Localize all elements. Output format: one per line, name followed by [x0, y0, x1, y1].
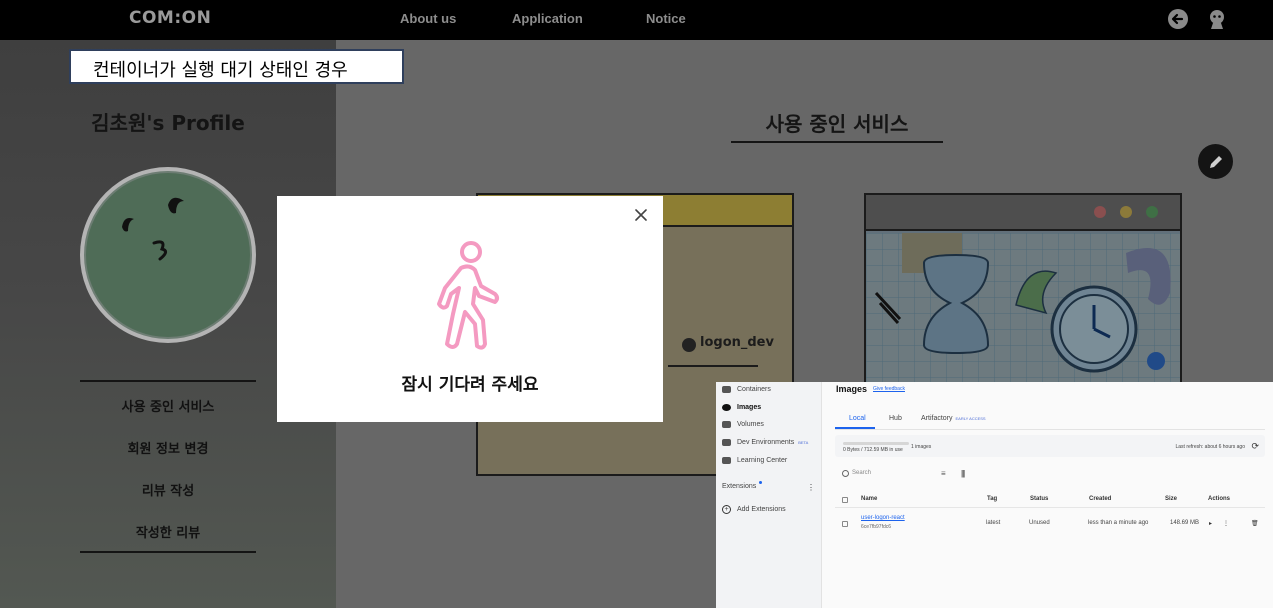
- images-icon: [722, 404, 731, 411]
- usage-progress: [843, 442, 909, 445]
- volumes-icon: [722, 421, 731, 428]
- service-card-1-divider: [668, 365, 758, 367]
- beta-badge: BETA: [798, 440, 809, 445]
- dev-environments-icon: [722, 439, 731, 446]
- service-card-2-header: [866, 195, 1180, 231]
- sidebar-item-label: Containers: [737, 386, 771, 393]
- window-dot-green-icon: [1146, 206, 1158, 218]
- column-header-created[interactable]: Created: [1089, 496, 1111, 502]
- profile-title: 김초원's Profile: [91, 111, 245, 135]
- sidebar-item-volumes[interactable]: Volumes: [722, 421, 764, 428]
- image-created: less than a minute ago: [1088, 520, 1149, 526]
- hourglass-clock-illustration: [866, 233, 1180, 391]
- sidebar-item-add-extensions[interactable]: + Add Extensions: [722, 505, 786, 514]
- waiting-modal: 잠시 기다려 주세요: [277, 196, 663, 422]
- pencil-icon: [1209, 155, 1222, 168]
- extensions-label: Extensions: [722, 483, 757, 490]
- walking-person-icon: [437, 241, 499, 350]
- services-title-underline: [731, 141, 943, 143]
- column-header-status[interactable]: Status: [1030, 496, 1048, 502]
- top-navigation-bar: COM:ON About us Application Notice: [0, 0, 1273, 40]
- image-status: Unused: [1029, 520, 1050, 526]
- early-access-badge: EARLY ACCESS: [955, 416, 986, 421]
- avatar-icon: [682, 338, 696, 352]
- select-all-checkbox[interactable]: [842, 497, 848, 503]
- column-header-name[interactable]: Name: [861, 496, 877, 502]
- sidebar-item-label: Dev Environments: [737, 439, 795, 446]
- docker-page-title: Images: [836, 384, 868, 394]
- tab-artifactory[interactable]: Artifactory EARLY ACCESS: [921, 415, 986, 422]
- close-icon[interactable]: [633, 207, 649, 223]
- window-dot-red-icon: [1094, 206, 1106, 218]
- image-size: 148.69 MB: [1170, 520, 1200, 526]
- sidebar-item-label: Images: [737, 404, 762, 411]
- containers-icon: [722, 386, 731, 393]
- edit-button[interactable]: [1198, 144, 1233, 179]
- column-header-actions: Actions: [1208, 496, 1231, 502]
- menu-item-my-reviews[interactable]: 작성한 리뷰: [80, 522, 256, 541]
- sidebar-item-learning-center[interactable]: Learning Center: [722, 457, 787, 464]
- sidebar-item-containers[interactable]: Containers: [722, 386, 771, 393]
- usage-text: 0 Bytes / 712.59 MB in use: [843, 447, 903, 453]
- service-card-1-user: logon_dev: [700, 335, 774, 350]
- waiting-message: 잠시 기다려 주세요: [401, 375, 539, 395]
- logout-icon[interactable]: [1167, 8, 1189, 30]
- sidebar-extensions-header: Extensions: [722, 481, 763, 490]
- more-options-icon[interactable]: ⋮: [1223, 520, 1229, 527]
- menu-divider-top: [80, 380, 256, 382]
- sidebar-item-label: Learning Center: [737, 457, 788, 464]
- search-input[interactable]: Search: [852, 470, 871, 476]
- notification-dot-icon: [759, 481, 763, 484]
- image-id: 6ce7fb97fdc6: [861, 524, 892, 530]
- services-title: 사용 중인 서비스: [765, 112, 909, 136]
- nav-about-us[interactable]: About us: [400, 11, 456, 26]
- add-icon: +: [722, 505, 731, 514]
- give-feedback-link[interactable]: Give feedback: [873, 386, 905, 392]
- nav-application[interactable]: Application: [512, 11, 583, 26]
- menu-item-edit-info[interactable]: 회원 정보 변경: [80, 438, 256, 457]
- tab-local[interactable]: Local: [849, 415, 866, 422]
- column-header-size[interactable]: Size: [1165, 496, 1177, 502]
- header-divider: [835, 507, 1265, 508]
- tabs-divider: [835, 429, 1265, 430]
- image-count: 1 images: [911, 444, 932, 450]
- search-icon: [842, 470, 849, 477]
- image-name-link[interactable]: user-logon-react: [861, 515, 905, 521]
- menu-divider-bottom: [80, 551, 256, 553]
- sidebar-item-images[interactable]: Images: [722, 404, 761, 411]
- docker-sidebar: Containers Images Volumes Dev Environmen…: [716, 382, 822, 608]
- tab-artifactory-label: Artifactory: [921, 415, 953, 422]
- disk-usage-bar: 0 Bytes / 712.59 MB in use 1 images Last…: [835, 435, 1265, 457]
- delete-icon[interactable]: 🗑: [1251, 520, 1259, 527]
- sidebar-item-dev-environments[interactable]: Dev Environments BETA: [722, 439, 808, 446]
- nav-notice[interactable]: Notice: [646, 11, 686, 26]
- window-dot-yellow-icon: [1120, 206, 1132, 218]
- last-refresh: Last refresh: about 6 hours ago: [1175, 444, 1246, 450]
- column-header-tag[interactable]: Tag: [987, 496, 997, 502]
- site-logo[interactable]: COM:ON: [129, 8, 211, 28]
- kebab-menu-icon[interactable]: ⋮: [807, 483, 815, 492]
- sidebar-item-label: Add Extensions: [737, 506, 786, 513]
- docker-desktop-panel: Containers Images Volumes Dev Environmen…: [716, 382, 1273, 608]
- filter-icon[interactable]: ≡: [941, 469, 946, 478]
- row-checkbox[interactable]: [842, 521, 848, 527]
- columns-icon[interactable]: |||: [961, 469, 965, 478]
- sidebar-item-label: Volumes: [737, 421, 764, 428]
- menu-item-services[interactable]: 사용 중인 서비스: [80, 396, 256, 415]
- avatar-face-drawing: [122, 197, 184, 261]
- refresh-icon[interactable]: ⟳: [1251, 441, 1259, 452]
- learning-center-icon: [722, 457, 731, 464]
- user-icon[interactable]: [1206, 8, 1228, 30]
- service-card-2[interactable]: [864, 193, 1182, 393]
- image-tag: latest: [986, 520, 1001, 526]
- caption-label: 컨테이너가 실행 대기 상태인 경우: [69, 49, 404, 84]
- tab-hub[interactable]: Hub: [889, 415, 902, 422]
- menu-item-write-review[interactable]: 리뷰 작성: [80, 480, 256, 499]
- run-icon[interactable]: ▸: [1209, 520, 1212, 527]
